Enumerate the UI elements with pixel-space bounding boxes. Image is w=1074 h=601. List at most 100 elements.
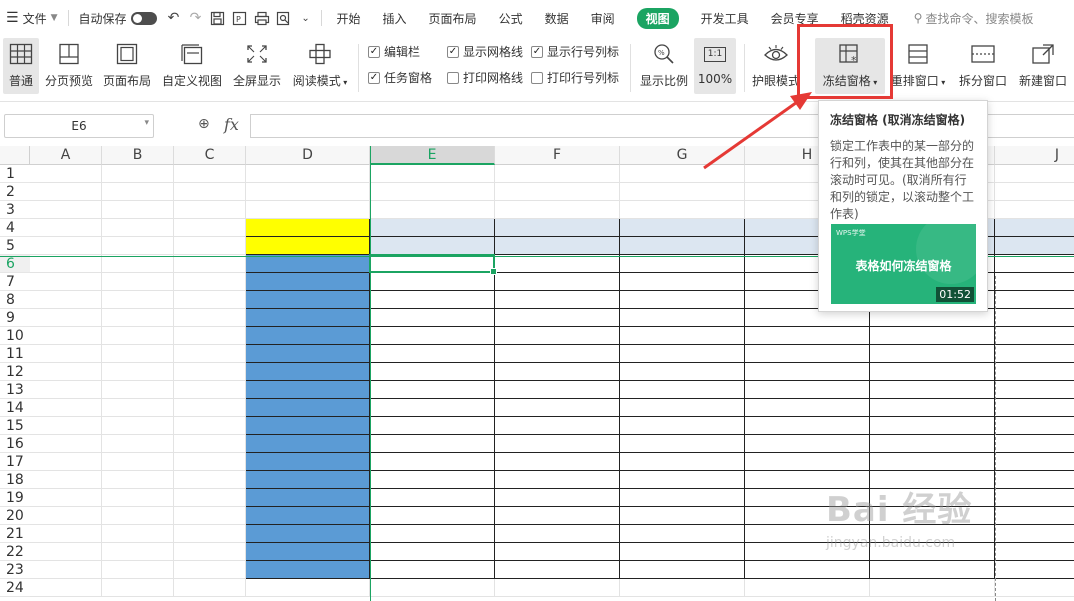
grid-cell[interactable] [995, 435, 1074, 453]
grid-cell[interactable] [995, 345, 1074, 363]
column-header[interactable]: F [495, 146, 620, 165]
grid-cell[interactable] [246, 291, 370, 309]
grid-cell[interactable] [174, 525, 246, 543]
grid-cell[interactable] [495, 273, 620, 291]
grid-cell[interactable] [995, 561, 1074, 579]
grid-cell[interactable] [30, 561, 102, 579]
grid-cell[interactable] [495, 561, 620, 579]
grid-cell[interactable] [102, 489, 174, 507]
row-header[interactable]: 15 [0, 417, 30, 435]
row-header[interactable]: 21 [0, 525, 30, 543]
row-header[interactable]: 10 [0, 327, 30, 345]
grid-cell[interactable] [102, 201, 174, 219]
grid-cell[interactable] [870, 489, 995, 507]
grid-cell[interactable] [30, 507, 102, 525]
grid-cell[interactable] [102, 291, 174, 309]
grid-cell[interactable] [620, 309, 745, 327]
grid-cell[interactable] [495, 237, 620, 255]
grid-cell[interactable] [995, 201, 1074, 219]
grid-cell[interactable] [102, 471, 174, 489]
grid-cell[interactable] [995, 453, 1074, 471]
grid-cell[interactable] [620, 561, 745, 579]
grid-cell[interactable] [102, 363, 174, 381]
grid-cell[interactable] [174, 255, 246, 273]
grid-cell[interactable] [995, 507, 1074, 525]
grid-cell[interactable] [174, 309, 246, 327]
grid-cell[interactable] [870, 345, 995, 363]
grid-cell[interactable] [102, 507, 174, 525]
row-header[interactable]: 22 [0, 543, 30, 561]
grid-cell[interactable] [246, 345, 370, 363]
tab-developer[interactable]: 开发工具 [690, 0, 760, 36]
grid-cell[interactable] [370, 471, 495, 489]
grid-cell[interactable] [620, 489, 745, 507]
grid-cell[interactable] [620, 273, 745, 291]
grid-cell[interactable] [246, 471, 370, 489]
grid-cell[interactable] [620, 219, 745, 237]
tab-review[interactable]: 审阅 [580, 0, 626, 36]
grid-cell[interactable] [370, 345, 495, 363]
grid-cell[interactable] [102, 543, 174, 561]
grid-cell[interactable] [370, 363, 495, 381]
grid-cell[interactable] [495, 183, 620, 201]
row-header[interactable]: 8 [0, 291, 30, 309]
grid-cell[interactable] [995, 327, 1074, 345]
row-header[interactable]: 12 [0, 363, 30, 381]
grid-cell[interactable] [745, 471, 870, 489]
grid-cell[interactable] [995, 399, 1074, 417]
grid-cell[interactable] [370, 201, 495, 219]
grid-cell[interactable] [174, 471, 246, 489]
grid-cell[interactable] [370, 327, 495, 345]
row-header[interactable]: 11 [0, 345, 30, 363]
grid-cell[interactable] [745, 561, 870, 579]
grid-cell[interactable] [620, 201, 745, 219]
grid-cell[interactable] [174, 363, 246, 381]
grid-cell[interactable] [30, 543, 102, 561]
grid-cell[interactable] [620, 237, 745, 255]
grid-cell[interactable] [620, 165, 745, 183]
grid-cell[interactable] [995, 255, 1074, 273]
grid-cell[interactable] [246, 543, 370, 561]
export-icon[interactable]: P [229, 7, 251, 29]
grid-cell[interactable] [246, 435, 370, 453]
grid-cell[interactable] [30, 471, 102, 489]
checkbox-print-headings[interactable]: 打印行号列标 [531, 69, 619, 86]
grid-cell[interactable] [870, 507, 995, 525]
grid-cell[interactable] [174, 273, 246, 291]
grid-cell[interactable] [870, 363, 995, 381]
grid-cell[interactable] [102, 183, 174, 201]
grid-cell[interactable] [620, 471, 745, 489]
grid-cell[interactable] [246, 183, 370, 201]
grid-cell[interactable] [620, 327, 745, 345]
tab-view[interactable]: 视图 [626, 0, 690, 36]
tab-page-layout[interactable]: 页面布局 [418, 0, 488, 36]
column-header[interactable]: G [620, 146, 745, 165]
checkbox-print-gridlines[interactable]: 打印网格线 [447, 69, 523, 86]
grid-cell[interactable] [102, 237, 174, 255]
grid-cell[interactable] [370, 453, 495, 471]
grid-cell[interactable] [174, 327, 246, 345]
grid-cell[interactable] [995, 237, 1074, 255]
eye-care-button[interactable]: 护眼模式 [750, 38, 802, 94]
grid-cell[interactable] [620, 417, 745, 435]
grid-cell[interactable] [174, 165, 246, 183]
column-header[interactable]: J [995, 146, 1074, 165]
grid-cell[interactable] [870, 525, 995, 543]
row-header[interactable]: 3 [0, 201, 30, 219]
grid-cell[interactable] [495, 363, 620, 381]
tooltip-video-thumbnail[interactable]: WPS学堂 表格如何冻结窗格 01:52 [831, 224, 976, 304]
toggle-switch[interactable] [130, 11, 157, 25]
grid-cell[interactable] [174, 219, 246, 237]
grid-cell[interactable] [620, 453, 745, 471]
grid-cell[interactable] [102, 165, 174, 183]
grid-cell[interactable] [870, 579, 995, 597]
grid-cell[interactable] [174, 561, 246, 579]
grid-cell[interactable] [246, 219, 370, 237]
grid-cell[interactable] [102, 255, 174, 273]
grid-cell[interactable] [370, 219, 495, 237]
grid-cell[interactable] [370, 399, 495, 417]
grid-cell[interactable] [102, 561, 174, 579]
grid-cell[interactable] [495, 201, 620, 219]
grid-cell[interactable] [745, 489, 870, 507]
grid-cell[interactable] [370, 525, 495, 543]
